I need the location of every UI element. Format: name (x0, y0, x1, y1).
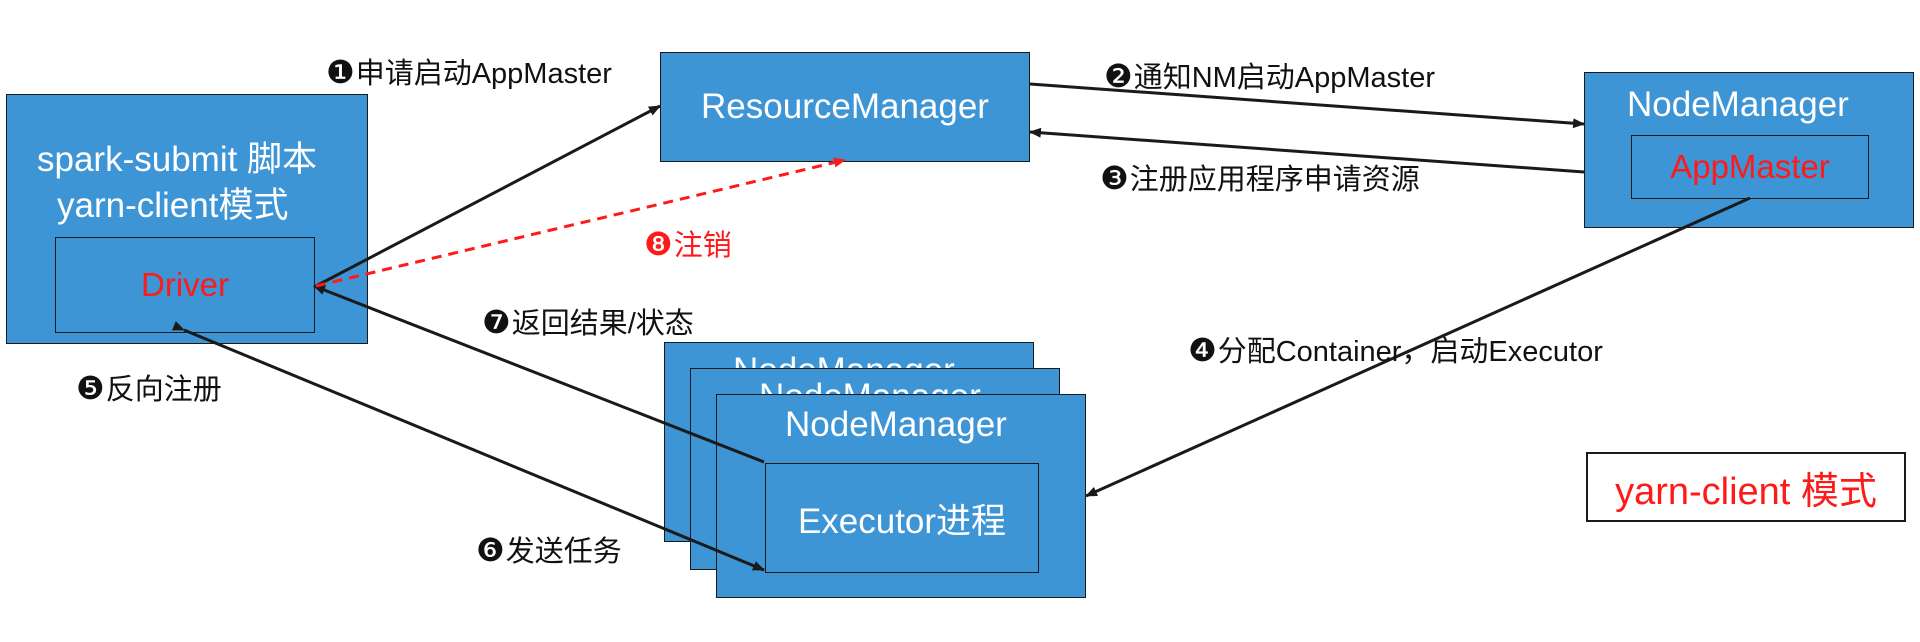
step-5-label: ❺反向注册 (76, 366, 222, 408)
step-7-number: ❼ (482, 304, 511, 340)
mode-tag: yarn-client 模式 (1586, 452, 1906, 522)
step-5-text: 反向注册 (105, 374, 222, 406)
step-1-text: 申请启动AppMaster (355, 58, 612, 90)
step-6-label: ❻发送任务 (476, 528, 622, 570)
step-3-number: ❸ (1100, 160, 1129, 196)
step-4-label: ❹分配Container，启动Executor (1188, 328, 1603, 370)
step-3-label: ❸注册应用程序申请资源 (1100, 156, 1420, 198)
step-2-number: ❷ (1104, 58, 1133, 94)
step-6-number: ❻ (476, 532, 505, 568)
mode-tag-label: yarn-client 模式 (1615, 470, 1877, 513)
step-4-text: 分配Container，启动Executor (1217, 336, 1603, 368)
arrow-step-1 (315, 104, 661, 288)
step-1-number: ❶ (326, 54, 355, 90)
step-7-label: ❼返回结果/状态 (482, 300, 694, 342)
step-3-text: 注册应用程序申请资源 (1129, 164, 1420, 196)
step-5-number: ❺ (76, 370, 105, 406)
arrow-step-5-6 (171, 321, 765, 572)
step-2-label: ❷通知NM启动AppMaster (1104, 54, 1435, 96)
arrows-layer (171, 82, 1751, 572)
step-8-label: ❽注销 (644, 222, 732, 264)
arrow-step-8 (315, 157, 846, 288)
step-4-number: ❹ (1188, 332, 1217, 368)
step-6-text: 发送任务 (505, 536, 622, 568)
step-7-text: 返回结果/状态 (511, 308, 694, 340)
step-8-text: 注销 (673, 230, 732, 262)
step-2-text: 通知NM启动AppMaster (1133, 62, 1436, 94)
step-1-label: ❶申请启动AppMaster (326, 50, 612, 92)
step-8-number: ❽ (644, 226, 673, 262)
